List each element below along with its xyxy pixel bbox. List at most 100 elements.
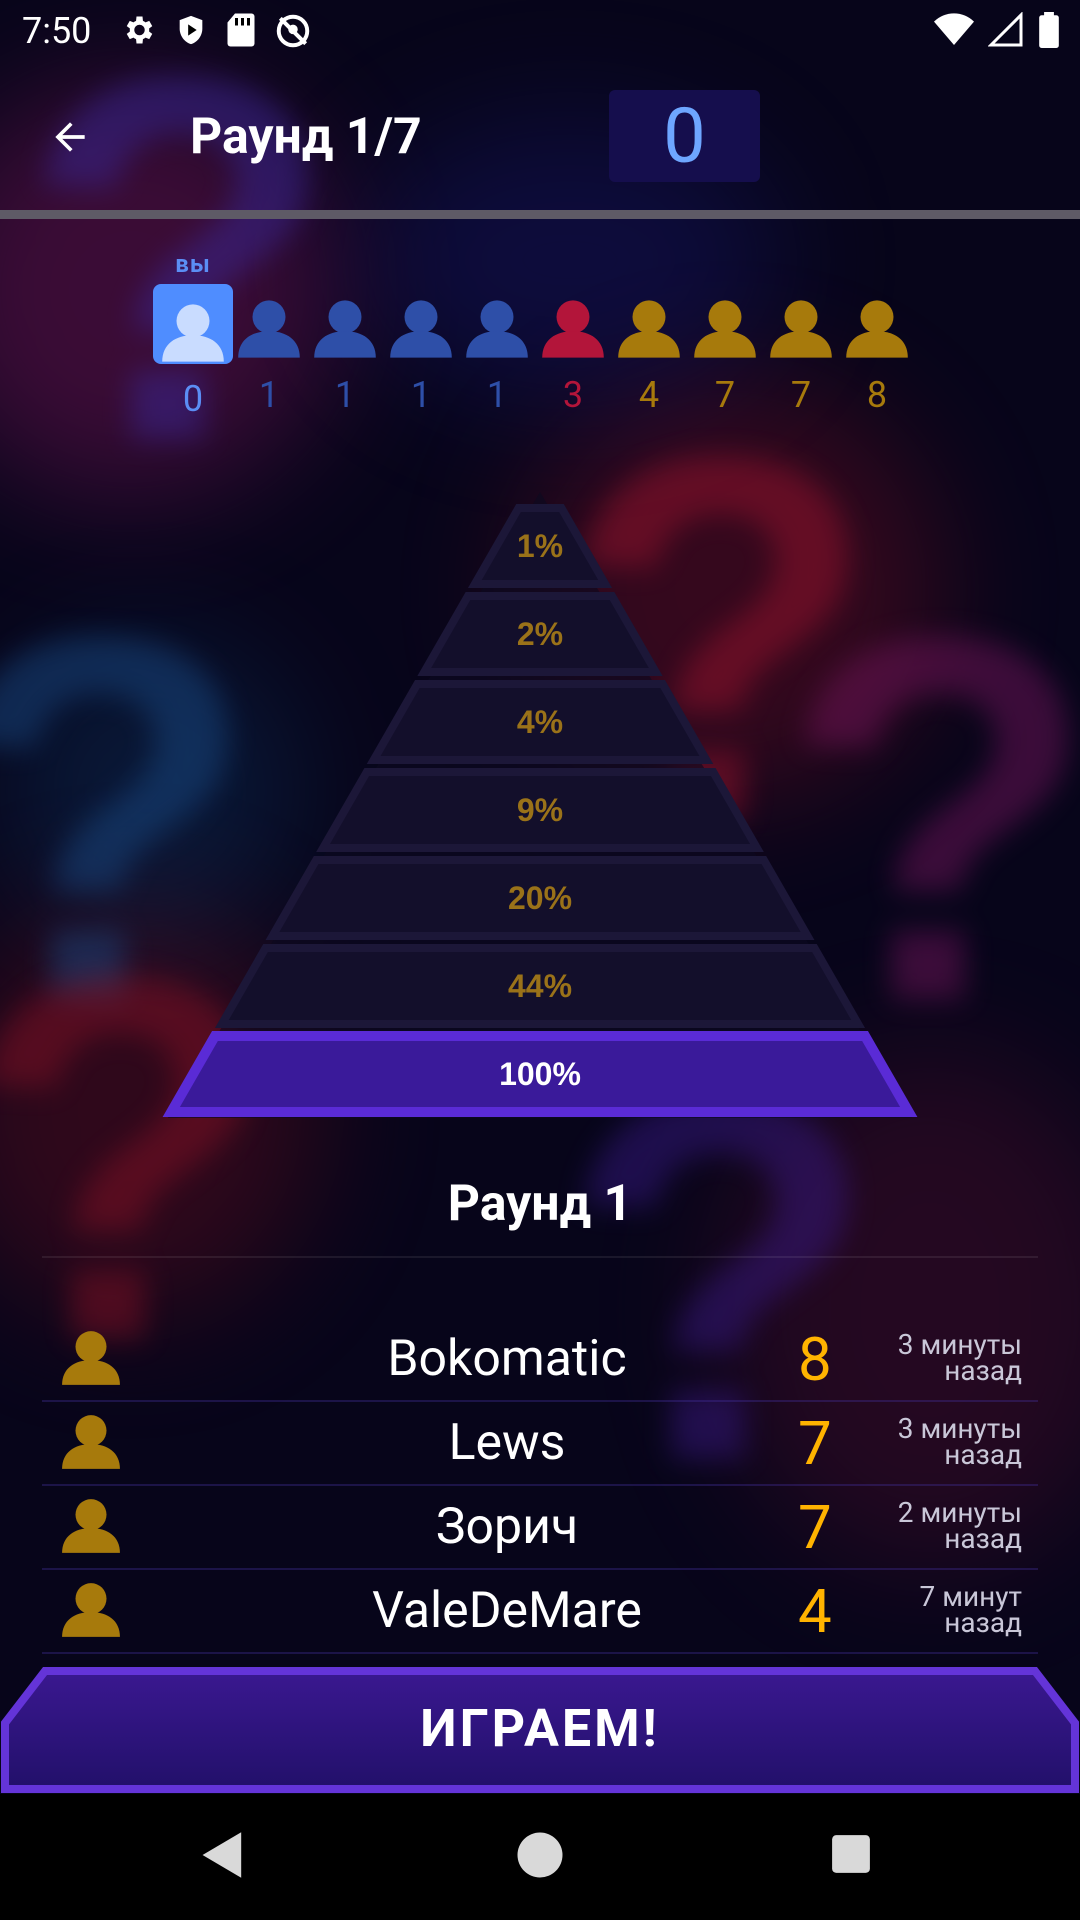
player-avatar <box>231 284 307 360</box>
answer-time: 3 минуты назад <box>842 1415 1022 1471</box>
wifi-icon <box>934 13 974 45</box>
navigation-bar <box>0 1794 1080 1920</box>
battery-icon <box>1039 12 1059 48</box>
home-circle-icon <box>517 1832 563 1878</box>
play-button[interactable]: ИГРАЕМ! <box>0 1665 1080 1795</box>
leaderboard-row: Lews 7 3 минуты назад <box>42 1402 1038 1486</box>
player-score: 1 <box>258 374 280 416</box>
answer-time: 2 минуты назад <box>842 1499 1022 1555</box>
score-display: 0 <box>609 90 760 182</box>
player-avatar <box>60 1412 122 1476</box>
player-score: 1 <box>410 374 432 416</box>
pyramid-level-label: 1% <box>517 528 563 564</box>
player-score: 7 <box>790 374 812 416</box>
player-avatar <box>535 284 611 360</box>
person-icon <box>238 300 300 358</box>
person-icon <box>390 300 452 358</box>
nav-home-button[interactable] <box>515 1830 565 1884</box>
round-title: Раунд 1/7 <box>190 108 422 166</box>
answer-time: 3 минуты назад <box>842 1331 1022 1387</box>
player-avatar <box>153 284 233 364</box>
player-avatar <box>611 284 687 360</box>
person-icon <box>62 1499 120 1553</box>
person-icon <box>542 300 604 358</box>
leaderboard-row: Зорич 7 2 минуты назад <box>42 1486 1038 1570</box>
arrow-left-icon <box>55 122 85 152</box>
person-icon <box>694 300 756 358</box>
player-avatar <box>459 284 535 360</box>
player-7: 7 <box>687 248 763 420</box>
player-score: 4 <box>798 1576 832 1647</box>
player-name: Lews <box>448 1414 566 1472</box>
sd-card-icon <box>227 13 255 47</box>
pyramid-level-label: 4% <box>517 704 563 740</box>
player-3: 1 <box>383 248 459 420</box>
status-bar: 7:50 <box>0 0 1080 64</box>
answer-time-line2: назад <box>944 1522 1022 1555</box>
you-label: вы <box>175 250 211 278</box>
player-score: 1 <box>486 374 508 416</box>
person-icon <box>770 300 832 358</box>
player-avatar <box>60 1496 122 1560</box>
status-time: 7:50 <box>22 10 92 52</box>
play-button-label: ИГРАЕМ! <box>420 1698 660 1759</box>
player-6: 4 <box>611 248 687 420</box>
answer-time-line2: назад <box>944 1606 1022 1639</box>
person-icon <box>466 300 528 358</box>
cellular-icon <box>988 12 1023 47</box>
player-avatar <box>763 284 839 360</box>
person-icon <box>62 1331 120 1385</box>
back-button[interactable] <box>40 109 100 165</box>
leaderboard: Bokomatic 8 3 минуты назад Lews 7 3 мину… <box>42 1318 1038 1654</box>
player-score: 7 <box>798 1408 832 1479</box>
answer-time: 7 минут назад <box>842 1583 1022 1639</box>
nav-back-button[interactable] <box>200 1830 246 1884</box>
leaderboard-row: ValeDeMare 4 7 минут назад <box>42 1570 1038 1654</box>
answer-time-line2: назад <box>944 1438 1022 1471</box>
pyramid-level-label: 44% <box>508 968 572 1004</box>
player-score: 7 <box>714 374 736 416</box>
person-icon <box>62 1415 120 1469</box>
pyramid-level-label: 9% <box>517 792 563 828</box>
pyramid-level-label: 100% <box>499 1056 581 1092</box>
player-avatar <box>307 284 383 360</box>
player-name: Bokomatic <box>387 1330 627 1388</box>
pyramid-level-label: 2% <box>517 616 563 652</box>
player-you: вы 0 <box>153 248 233 420</box>
person-icon <box>162 304 224 362</box>
round-label: Раунд 1 <box>447 1175 633 1233</box>
player-8: 7 <box>763 248 839 420</box>
recents-square-icon <box>832 1835 870 1873</box>
round-divider <box>42 1256 1038 1258</box>
player-1: 1 <box>231 248 307 420</box>
player-score: 4 <box>638 374 660 416</box>
person-icon <box>618 300 680 358</box>
player-name: ValeDeMare <box>372 1582 642 1640</box>
player-avatar <box>687 284 763 360</box>
player-score: 1 <box>334 374 356 416</box>
no-location-icon <box>276 14 310 48</box>
nav-recents-button[interactable] <box>830 1832 872 1880</box>
players-row: вы 0 1 1 1 1 3 4 7 7 8 <box>153 248 915 420</box>
player-score: 8 <box>798 1324 832 1395</box>
person-icon <box>314 300 376 358</box>
back-triangle-icon <box>202 1832 242 1878</box>
player-score: 7 <box>798 1492 832 1563</box>
person-icon <box>62 1583 120 1637</box>
player-2: 1 <box>307 248 383 420</box>
player-score: 3 <box>562 374 584 416</box>
settings-icon <box>126 16 153 44</box>
answer-time-line2: назад <box>944 1354 1022 1387</box>
player-5: 3 <box>535 248 611 420</box>
header-divider <box>0 210 1080 219</box>
player-score: 8 <box>866 374 888 416</box>
player-avatar <box>60 1328 122 1392</box>
player-9: 8 <box>839 248 915 420</box>
player-avatar <box>839 284 915 360</box>
leaderboard-row: Bokomatic 8 3 минуты назад <box>42 1318 1038 1402</box>
person-icon <box>846 300 908 358</box>
player-score: 0 <box>182 378 204 420</box>
prize-pyramid: 1% 2% 4% 9% 20% 44% 100% <box>162 492 918 1118</box>
player-avatar <box>60 1580 122 1644</box>
pyramid-level-label: 20% <box>508 880 572 916</box>
